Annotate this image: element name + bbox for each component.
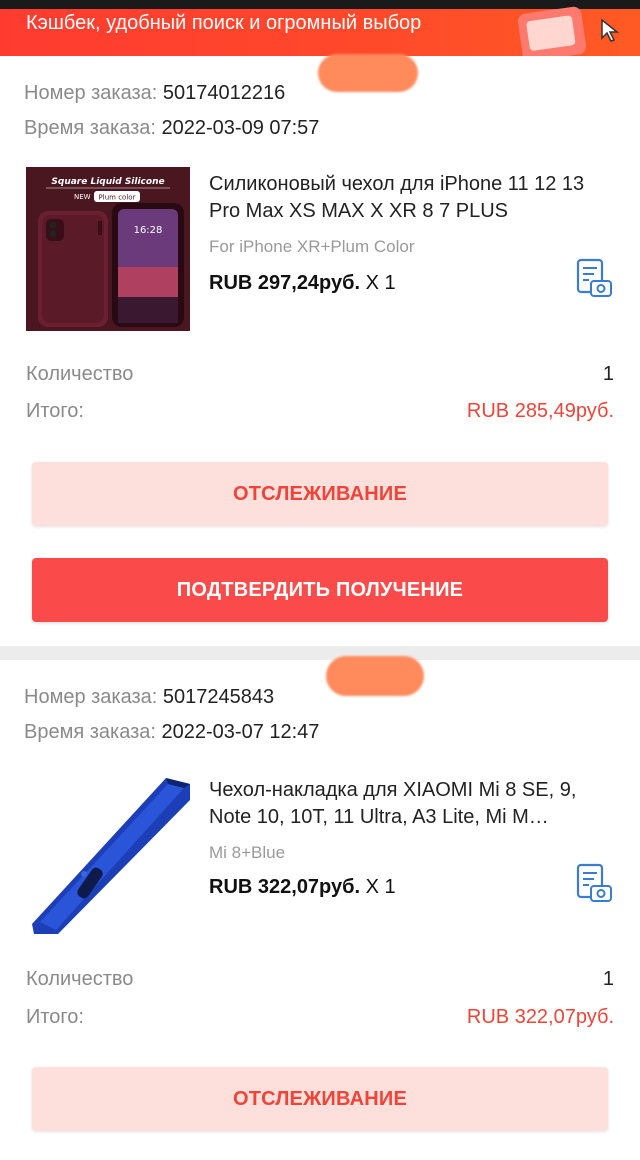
order-number-label: Номер заказа: [24,686,158,708]
thumb-clock: 16:28 [134,225,163,236]
order-number-value: 50174012216 [162,82,286,104]
quantity-label: Количество [26,363,134,385]
product-quantity-suffix: X 1 [365,876,396,898]
product-variant: For iPhone XR+Plum Color [209,237,415,256]
order-time-label: Время заказа: [24,721,156,743]
order-number-value: 5017245843 [162,686,275,708]
product-title[interactable]: Чехол-накладка для XIAOMI Mi 8 SE, 9, No… [209,777,609,831]
redaction-mark [326,656,424,696]
total-value: RUB 285,49руб. [466,400,614,422]
quantity-value: 1 [602,363,614,385]
order-time-value: 2022-03-07 12:47 [161,721,320,743]
product-image: Square Liquid Silicone NEW Plum color 16… [26,167,190,331]
product-price: RUB 322,07руб. [209,876,361,898]
order-time-row: Время заказа: 2022-03-09 07:57 [24,117,319,140]
order-time-row: Время заказа: 2022-03-07 12:47 [24,721,319,744]
thumb-new-tag: NEW [74,193,91,201]
product-title[interactable]: Силиконовый чехол для iPhone 11 12 13 Pr… [209,171,609,225]
order-number-label: Номер заказа: [24,82,158,104]
product-price-row: RUB 297,24руб. X 1 [209,272,396,295]
product-price: RUB 297,24руб. [209,272,361,294]
quantity-label: Количество [26,968,134,990]
product-image [26,770,190,934]
order-number-row: Номер заказа: 5017245843 [24,686,274,709]
quantity-value: 1 [602,968,614,990]
product-variant: Mi 8+Blue [209,843,286,862]
receipt-camera-icon[interactable] [574,862,614,904]
product-quantity-suffix: X 1 [365,272,396,294]
order-number-row: Номер заказа: 50174012216 [24,82,285,105]
receipt-camera-icon[interactable] [574,257,614,299]
product-thumbnail[interactable]: Square Liquid Silicone NEW Plum color 16… [26,167,190,331]
total-label: Итого: [26,400,84,422]
thumb-header: Square Liquid Silicone [51,177,164,187]
product-thumbnail[interactable] [26,770,190,934]
order-card: Номер заказа: 5017245843 Время заказа: 2… [0,656,640,1160]
thumb-color-tag: Plum color [99,194,136,202]
track-button[interactable]: ОТСЛЕЖИВАНИЕ [32,462,608,526]
total-value: RUB 322,07руб. [466,1006,614,1028]
total-label: Итого: [26,1006,84,1028]
confirm-receipt-button[interactable]: ПОДТВЕРДИТЬ ПОЛУЧЕНИЕ [32,558,608,622]
track-button[interactable]: ОТСЛЕЖИВАНИЕ [32,1067,608,1131]
order-divider [0,646,640,660]
product-price-row: RUB 322,07руб. X 1 [209,876,396,899]
order-time-label: Время заказа: [24,117,156,139]
order-time-value: 2022-03-09 07:57 [161,117,320,139]
redaction-mark [318,54,418,92]
order-card: Номер заказа: 50174012216 Время заказа: … [0,0,640,648]
